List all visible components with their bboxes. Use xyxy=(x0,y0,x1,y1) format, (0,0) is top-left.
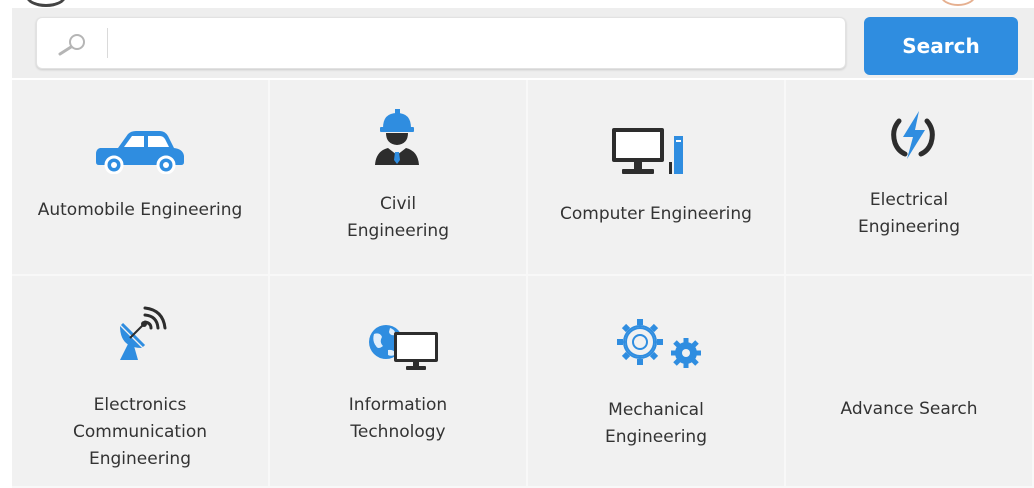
category-grid: Automobile Engineering Civil Engineering xyxy=(12,80,1034,488)
logo-left-partial xyxy=(26,0,66,7)
category-label: Automobile Engineering xyxy=(37,200,243,220)
category-electronics-communication-engineering[interactable]: Electronics Communication Engineering xyxy=(12,276,270,488)
category-label: Advance Search xyxy=(840,399,978,419)
globe-monitor-icon xyxy=(369,325,438,370)
search-divider xyxy=(107,28,108,58)
advance-search-link[interactable]: Advance Search xyxy=(786,276,1034,488)
search-box[interactable] xyxy=(36,17,846,69)
category-civil-engineering[interactable]: Civil Engineering xyxy=(270,80,528,276)
category-computer-engineering[interactable]: Computer Engineering xyxy=(528,80,786,276)
gears-icon xyxy=(617,319,701,368)
category-information-technology[interactable]: Information Technology xyxy=(270,276,528,488)
search-icon xyxy=(58,34,85,56)
car-icon xyxy=(96,131,184,174)
category-label: Computer Engineering xyxy=(560,204,752,224)
search-input[interactable] xyxy=(119,28,823,60)
category-label: Mechanical Engineering xyxy=(605,400,707,447)
lightning-bolt-icon xyxy=(891,111,935,159)
category-label: Electrical Engineering xyxy=(858,190,960,237)
category-mechanical-engineering[interactable]: Mechanical Engineering xyxy=(528,276,786,488)
category-automobile-engineering[interactable]: Automobile Engineering xyxy=(12,80,270,276)
logo-right-partial xyxy=(940,0,976,6)
category-electrical-engineering[interactable]: Electrical Engineering xyxy=(786,80,1034,276)
engineer-helmet-icon xyxy=(375,109,419,165)
category-label: Information Technology xyxy=(348,395,448,442)
category-label: Electronics Communication Engineering xyxy=(73,395,207,469)
satellite-dish-icon xyxy=(120,306,167,360)
computer-monitor-icon xyxy=(612,128,683,174)
top-strip xyxy=(0,0,1034,8)
search-button[interactable]: Search xyxy=(864,17,1018,75)
category-label: Civil Engineering xyxy=(347,194,449,241)
